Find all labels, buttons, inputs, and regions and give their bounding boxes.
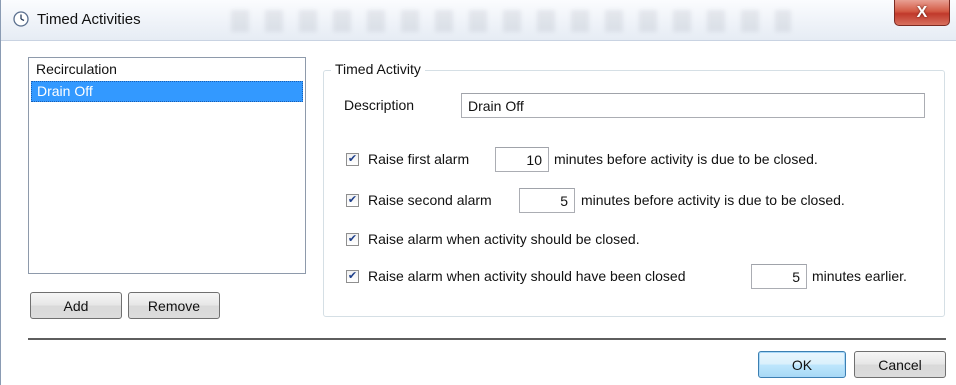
timed-activities-window: Timed Activities X Recirculation Drain O… — [0, 0, 956, 385]
title-bar-background-blur — [231, 10, 791, 32]
closed-alarm-checkbox[interactable]: ✔ — [346, 233, 359, 246]
second-alarm-checkbox[interactable]: ✔ — [346, 194, 359, 207]
list-item-recirculation[interactable]: Recirculation — [31, 60, 303, 79]
checkmark-icon: ✔ — [347, 270, 358, 282]
clock-icon — [13, 11, 29, 27]
closed-alarm-label: Raise alarm when activity should be clos… — [368, 231, 640, 247]
list-item-drain-off[interactable]: Drain Off — [31, 81, 303, 102]
late-alarm-checkbox[interactable]: ✔ — [346, 270, 359, 283]
ok-button[interactable]: OK — [758, 351, 846, 378]
second-alarm-label: Raise second alarm — [368, 192, 492, 208]
window-title: Timed Activities — [37, 11, 141, 28]
first-alarm-suffix-label: minutes before activity is due to be clo… — [554, 151, 818, 167]
checkmark-icon: ✔ — [347, 194, 358, 206]
close-button[interactable]: X — [894, 0, 950, 26]
activity-list[interactable]: Recirculation Drain Off — [28, 57, 306, 274]
close-icon: X — [916, 3, 928, 21]
title-bar[interactable]: Timed Activities X — [1, 0, 956, 41]
second-alarm-minutes-input[interactable] — [519, 188, 575, 213]
checkmark-icon: ✔ — [347, 233, 358, 245]
footer-separator — [28, 338, 946, 340]
description-input[interactable] — [461, 93, 925, 118]
first-alarm-minutes-input[interactable] — [495, 147, 549, 172]
timed-activity-group-title: Timed Activity — [331, 61, 425, 77]
second-alarm-suffix-label: minutes before activity is due to be clo… — [581, 192, 845, 208]
first-alarm-label: Raise first alarm — [368, 151, 470, 167]
remove-button[interactable]: Remove — [128, 292, 220, 319]
description-label: Description — [344, 97, 415, 113]
add-button[interactable]: Add — [30, 292, 122, 319]
late-alarm-label: Raise alarm when activity should have be… — [368, 268, 686, 284]
late-alarm-suffix-label: minutes earlier. — [812, 268, 907, 284]
cancel-button[interactable]: Cancel — [854, 351, 946, 378]
late-alarm-minutes-input[interactable] — [751, 264, 807, 289]
checkmark-icon: ✔ — [347, 153, 358, 165]
first-alarm-checkbox[interactable]: ✔ — [346, 153, 359, 166]
